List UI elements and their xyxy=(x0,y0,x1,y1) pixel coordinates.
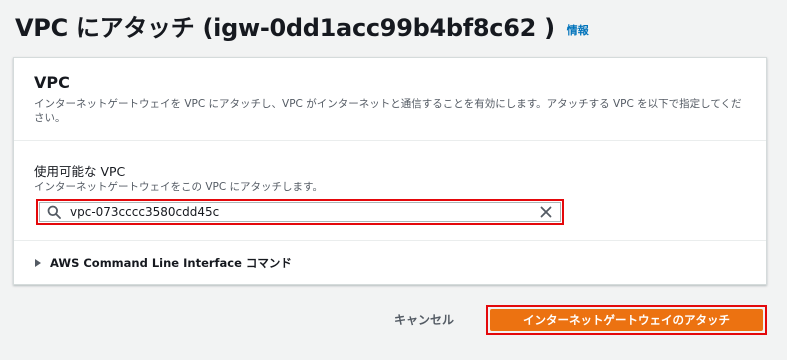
page-title: VPC にアタッチ (igw-0dd1acc99b4bf8c62 ) xyxy=(15,14,555,42)
info-link[interactable]: 情報 xyxy=(567,22,589,38)
cli-expander[interactable]: AWS Command Line Interface コマンド xyxy=(34,255,292,271)
search-icon xyxy=(46,204,62,220)
cancel-button[interactable]: キャンセル xyxy=(380,306,468,332)
vpc-search-input[interactable]: vpc-073cccc3580cdd45c xyxy=(39,202,561,222)
cli-label: AWS Command Line Interface コマンド xyxy=(50,256,292,270)
section-description: インターネットゲートウェイを VPC にアタッチし、VPC がインターネットと通… xyxy=(34,98,742,124)
caret-right-icon xyxy=(34,258,42,268)
vpc-search-value: vpc-073cccc3580cdd45c xyxy=(70,205,220,219)
vpc-panel: VPC インターネットゲートウェイを VPC にアタッチし、VPC がインターネ… xyxy=(13,57,767,285)
available-vpc-description: インターネットゲートウェイをこの VPC にアタッチします。 xyxy=(34,181,323,193)
section-title: VPC xyxy=(34,73,70,92)
divider xyxy=(14,240,766,241)
panel-header: VPC インターネットゲートウェイを VPC にアタッチし、VPC がインターネ… xyxy=(14,58,766,141)
attach-internet-gateway-button[interactable]: インターネットゲートウェイのアタッチ xyxy=(490,309,763,331)
available-vpc-label: 使用可能な VPC xyxy=(34,164,126,179)
page: VPC にアタッチ (igw-0dd1acc99b4bf8c62 ) 情報 VP… xyxy=(0,0,787,360)
vpc-search-highlight: vpc-073cccc3580cdd45c xyxy=(36,199,564,225)
page-header: VPC にアタッチ (igw-0dd1acc99b4bf8c62 ) 情報 xyxy=(15,8,589,43)
attach-button-highlight: インターネットゲートウェイのアタッチ xyxy=(486,305,767,335)
close-icon[interactable] xyxy=(538,204,554,220)
